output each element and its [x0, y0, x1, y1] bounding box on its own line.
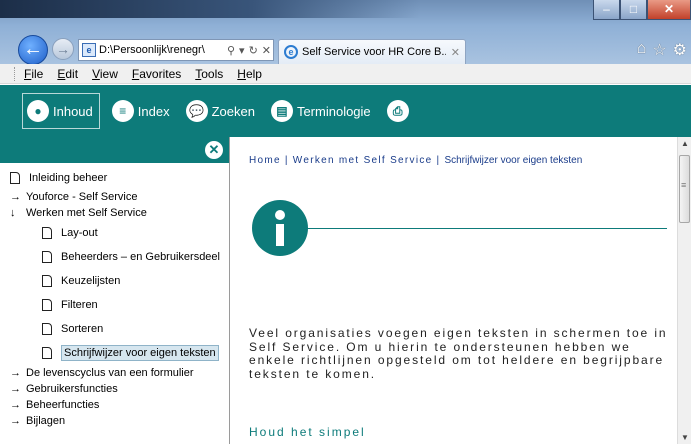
printer-icon: ⎙	[386, 100, 409, 122]
intro-paragraph: Veel organisaties voegen eigen teksten i…	[249, 326, 668, 381]
scroll-up-icon[interactable]: ▲	[681, 139, 689, 148]
arrow-right-icon: →	[10, 399, 21, 411]
arrow-right-icon: →	[10, 191, 21, 203]
tab-inhoud-label: Inhoud	[53, 103, 93, 119]
help-toolbar: ● Inhoud ≡ Index 💬 Zoeken ▤ Terminologie…	[0, 85, 691, 137]
toc-item-levenscyclus[interactable]: → De levenscyclus van een formulier	[0, 365, 229, 381]
window-controls: ‒ □ ✕	[593, 0, 691, 20]
toc-item-werken[interactable]: ↓ Werken met Self Service	[0, 205, 229, 221]
arrow-right-icon: →	[10, 367, 21, 379]
info-divider	[281, 228, 667, 229]
page-icon: e	[82, 43, 96, 57]
breadcrumb-current: Schrijfwijzer voor eigen teksten	[444, 155, 583, 166]
star-icon[interactable]: ☆	[652, 40, 666, 60]
address-url[interactable]: D:\Persoonlijk\renegr\	[99, 44, 225, 56]
toc-tree: Inleiding beheer → Youforce - Self Servic…	[0, 163, 229, 429]
menu-edit[interactable]: Edit	[57, 67, 78, 81]
tab-label: Self Service voor HR Core B...	[302, 46, 446, 58]
back-button[interactable]: ←	[18, 35, 48, 65]
info-icon	[252, 200, 308, 256]
tab-terminologie-label: Terminologie	[296, 103, 371, 119]
menu-help[interactable]: Help	[237, 67, 262, 81]
gear-icon[interactable]: ⚙	[673, 40, 687, 60]
menu-bar: File Edit View Favorites Tools Help	[0, 64, 691, 84]
tab-terminologie[interactable]: ▤ Terminologie	[267, 93, 375, 129]
address-bar[interactable]: e D:\Persoonlijk\renegr\ ⚲ ▾ ↻ ✕	[78, 39, 274, 61]
section-heading: Houd het simpel	[249, 425, 366, 439]
forward-button[interactable]: →	[52, 38, 74, 60]
vertical-scrollbar[interactable]: ▲ ▼	[677, 137, 691, 444]
breadcrumb-werken[interactable]: Werken met Self Service	[293, 155, 433, 166]
toc-item-schrijfwijzer[interactable]: Schrijfwijzer voor eigen teksten	[0, 341, 229, 365]
close-window-button[interactable]: ✕	[647, 0, 691, 20]
document-icon	[42, 299, 52, 311]
document-icon	[42, 323, 52, 335]
list-icon: ≡	[111, 100, 134, 122]
search-icon[interactable]: ⚲	[225, 44, 237, 57]
toc-item-layout[interactable]: Lay-out	[0, 221, 229, 245]
scroll-thumb[interactable]	[679, 155, 690, 223]
breadcrumb-home[interactable]: Home	[249, 155, 281, 166]
close-pane-icon[interactable]: ✕	[205, 141, 223, 159]
stop-icon[interactable]: ✕	[260, 44, 273, 57]
toc-pane: ✕ Inleiding beheer → Youforce - Self Serv…	[0, 137, 230, 444]
menu-view[interactable]: View	[92, 67, 118, 81]
print-button[interactable]: ⎙	[383, 93, 417, 129]
home-icon[interactable]: ⌂	[637, 40, 647, 60]
toc-item-beheerfuncties[interactable]: → Beheerfuncties	[0, 397, 229, 413]
user-icon: ●	[27, 100, 49, 122]
topic-content: Home | Werken met Self Service | Schrijfwijz…	[231, 137, 677, 444]
refresh-icon[interactable]: ↻	[247, 44, 260, 57]
speech-bubble-icon: 💬	[185, 100, 208, 122]
ie-icon: e	[284, 45, 298, 59]
breadcrumb-separator: |	[436, 155, 441, 166]
tab-zoeken-label: Zoeken	[211, 103, 255, 119]
breadcrumb: Home | Werken met Self Service | Schrijfwijz…	[249, 155, 582, 166]
browser-tools: ⌂ ☆ ⚙	[637, 40, 687, 60]
tab-index-label: Index	[137, 103, 170, 119]
document-icon	[42, 347, 52, 359]
toc-item-beheerders[interactable]: Beheerders – en Gebruikersdeel	[0, 245, 229, 269]
toc-item-inleiding[interactable]: Inleiding beheer	[0, 167, 229, 189]
book-icon: ▤	[270, 100, 293, 122]
tab-close-icon[interactable]: ✕	[446, 46, 465, 59]
tab-zoeken[interactable]: 💬 Zoeken	[182, 93, 259, 129]
arrow-right-icon: →	[10, 415, 21, 427]
toc-pane-header: ✕	[0, 137, 229, 163]
tab-inhoud[interactable]: ● Inhoud	[22, 93, 100, 129]
document-icon	[42, 251, 52, 263]
minimize-button[interactable]: ‒	[593, 0, 620, 20]
scroll-down-icon[interactable]: ▼	[681, 433, 689, 442]
document-icon	[42, 275, 52, 287]
toc-item-filteren[interactable]: Filteren	[0, 293, 229, 317]
toc-item-gebruikersfuncties[interactable]: → Gebruikersfuncties	[0, 381, 229, 397]
menu-tools[interactable]: Tools	[195, 67, 223, 81]
toc-item-sorteren[interactable]: Sorteren	[0, 317, 229, 341]
arrow-down-icon: ↓	[10, 207, 16, 219]
maximize-button[interactable]: □	[620, 0, 647, 20]
arrow-right-icon: →	[10, 383, 21, 395]
dropdown-icon[interactable]: ▾	[237, 44, 247, 57]
toc-item-youforce[interactable]: → Youforce - Self Service	[0, 189, 229, 205]
browser-tab[interactable]: e Self Service voor HR Core B... ✕	[278, 39, 466, 64]
menu-favorites[interactable]: Favorites	[132, 67, 181, 81]
toc-item-keuzelijsten[interactable]: Keuzelijsten	[0, 269, 229, 293]
breadcrumb-separator: |	[284, 155, 289, 166]
tab-index[interactable]: ≡ Index	[108, 93, 174, 129]
document-icon	[42, 227, 52, 239]
menu-file[interactable]: File	[24, 67, 43, 81]
toc-item-bijlagen[interactable]: → Bijlagen	[0, 413, 229, 429]
document-icon	[10, 172, 20, 184]
